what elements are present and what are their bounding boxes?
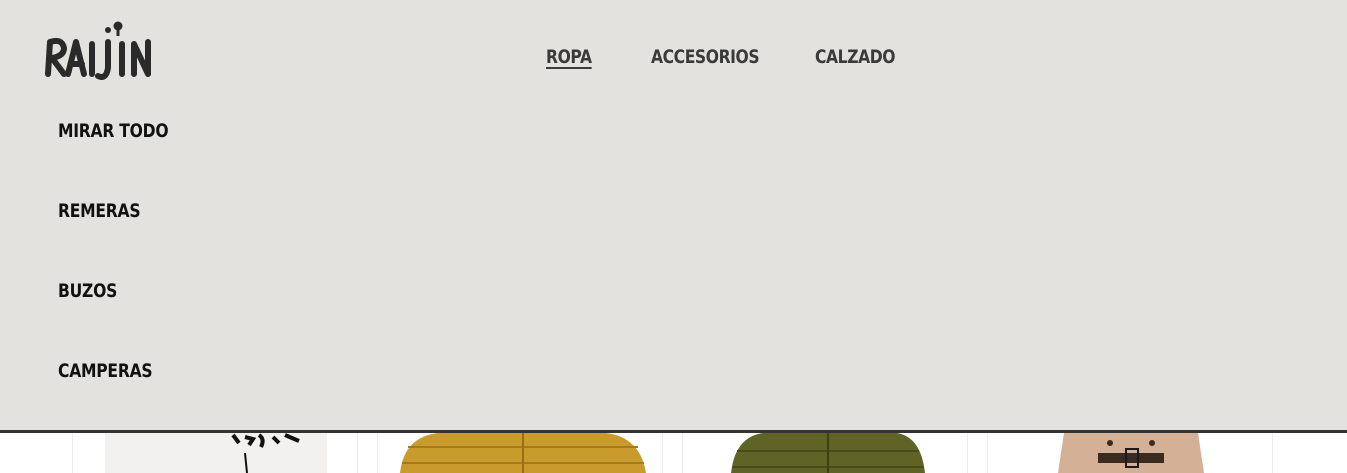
submenu-link-camperas[interactable]: CAMPERAS xyxy=(58,360,153,382)
mustard-puffer-jacket-image xyxy=(400,433,646,473)
nav-item-accesorios[interactable]: ACCESORIOS xyxy=(651,46,760,68)
submenu-list: MIRAR TODO REMERAS BUZOS CAMPERAS xyxy=(58,120,193,440)
product-card[interactable] xyxy=(987,433,1273,473)
product-card[interactable] xyxy=(682,433,968,473)
beige-trench-coat-image xyxy=(1058,433,1204,473)
nav-item-ropa[interactable]: ROPA xyxy=(546,46,592,68)
submenu-link-buzos[interactable]: BUZOS xyxy=(58,280,117,302)
submenu-link-mirar-todo[interactable]: MIRAR TODO xyxy=(58,120,169,142)
submenu-item: REMERAS xyxy=(58,200,193,280)
product-grid xyxy=(0,433,1347,473)
raijin-logo-mark xyxy=(45,21,151,80)
nav-item-calzado[interactable]: CALZADO xyxy=(815,46,895,68)
olive-puffer-jacket-image xyxy=(731,433,925,473)
submenu-item: MIRAR TODO xyxy=(58,120,193,200)
white-tshirt-graphic-image xyxy=(105,433,327,473)
submenu-item: BUZOS xyxy=(58,280,193,360)
product-card[interactable] xyxy=(377,433,663,473)
raijin-logo[interactable] xyxy=(44,18,174,80)
mega-menu-panel: ROPA ACCESORIOS CALZADO MIRAR TODO REMER… xyxy=(0,0,1347,433)
product-card[interactable] xyxy=(72,433,358,473)
submenu-item: CAMPERAS xyxy=(58,360,193,440)
main-nav: ROPA ACCESORIOS CALZADO xyxy=(546,42,895,72)
submenu-link-remeras[interactable]: REMERAS xyxy=(58,200,141,222)
